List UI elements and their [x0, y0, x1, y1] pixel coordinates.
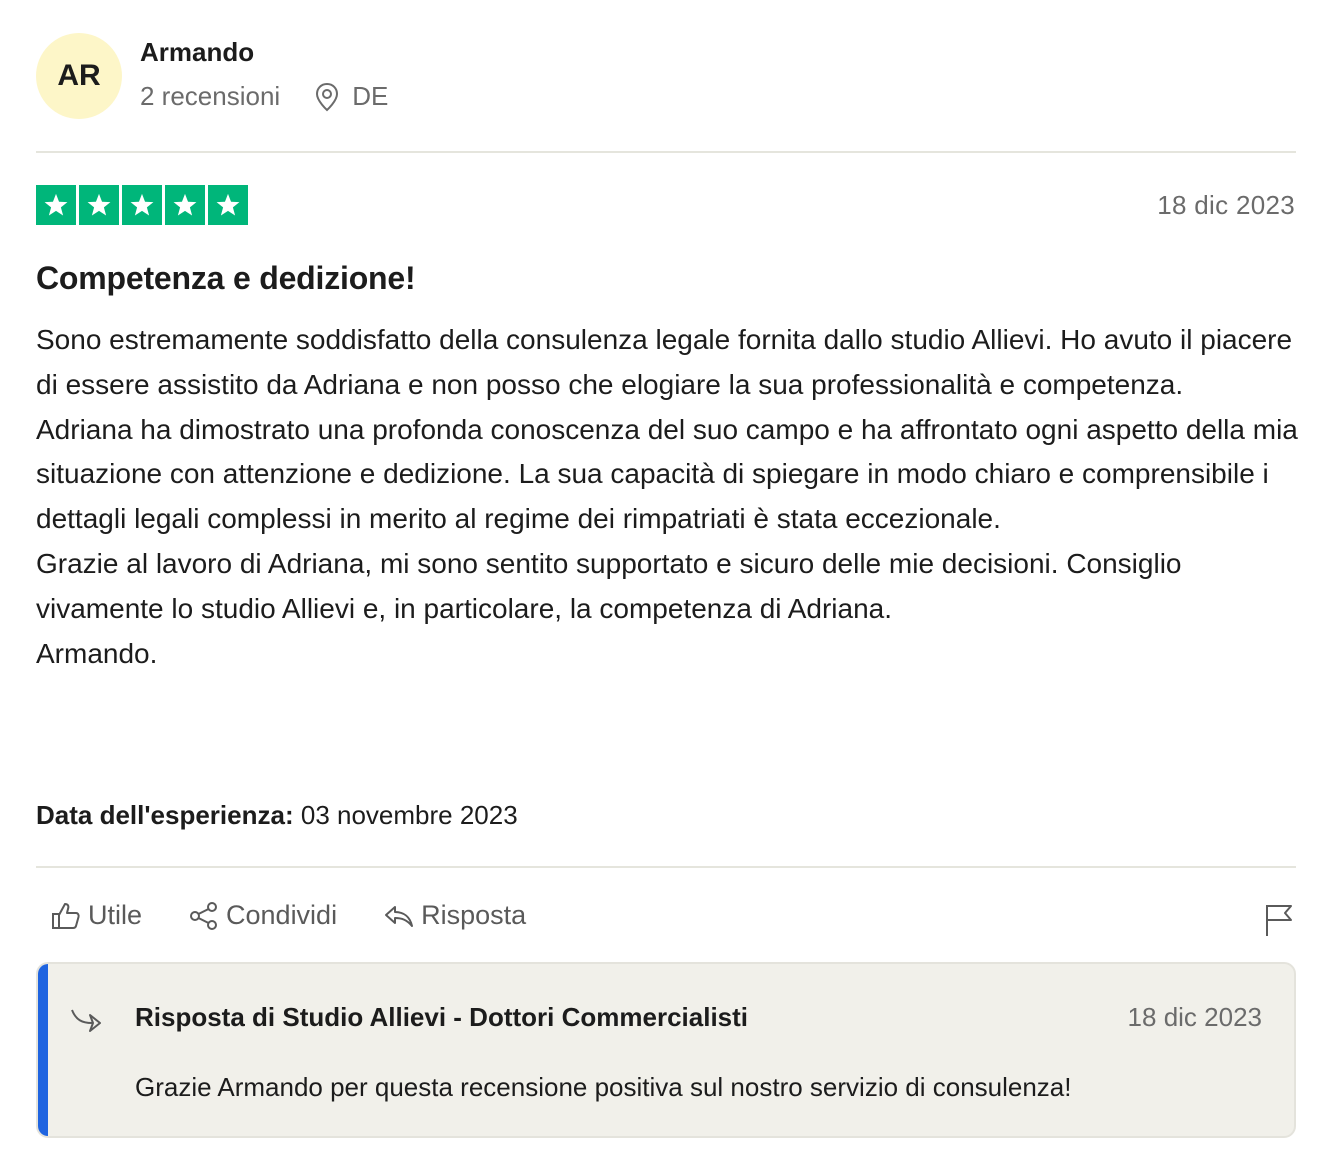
consumer-name[interactable]: Armando: [140, 37, 254, 68]
review-paragraph: Armando.: [36, 637, 158, 669]
consumer-header: AR Armando 2 recensioni DE: [36, 33, 1296, 119]
experience-label: Data dell'esperienza:: [36, 800, 294, 830]
experience-date: Data dell'esperienza: 03 novembre 2023: [36, 800, 518, 831]
country-code: DE: [352, 81, 389, 111]
review-actions: Utile Condividi Risposta: [50, 900, 572, 931]
reply-button[interactable]: Risposta: [383, 900, 526, 931]
review-body: Sono estremamente soddisfatto della cons…: [36, 318, 1298, 676]
consumer-location: DE: [314, 81, 388, 112]
review-paragraph: Sono estremamente soddisfatto della cons…: [36, 324, 1300, 400]
useful-button[interactable]: Utile: [50, 900, 142, 931]
reply-date: 18 dic 2023: [1127, 1002, 1262, 1032]
experience-value: 03 novembre 2023: [300, 800, 518, 830]
share-button[interactable]: Condividi: [188, 900, 337, 931]
report-flag-button[interactable]: [1264, 903, 1294, 942]
reply-accent-bar: [38, 964, 48, 1136]
star-rating: [36, 185, 248, 225]
reply-label: Risposta: [421, 900, 527, 930]
useful-label: Utile: [88, 900, 143, 930]
reply-icon: [385, 905, 414, 927]
location-pin-icon: [316, 82, 339, 111]
review-date: 18 dic 2023: [1157, 190, 1295, 220]
star-icon: [208, 185, 248, 225]
share-icon: [190, 901, 218, 930]
reviews-count: 2 recensioni: [140, 81, 281, 111]
divider: [36, 866, 1296, 868]
reply-title: Risposta di Studio Allievi - Dottori Com…: [135, 1002, 749, 1032]
company-reply: Risposta di Studio Allievi - Dottori Com…: [36, 962, 1296, 1138]
divider: [36, 151, 1296, 153]
reply-text: Grazie Armando per questa recensione pos…: [135, 1072, 1072, 1102]
consumer-meta: 2 recensioni DE: [140, 81, 388, 112]
review-paragraph: Grazie al lavoro di Adriana, mi sono sen…: [36, 547, 1190, 624]
star-icon: [79, 185, 119, 225]
avatar[interactable]: AR: [36, 33, 122, 119]
star-icon: [36, 185, 76, 225]
review-title[interactable]: Competenza e dedizione!: [36, 260, 416, 297]
review-paragraph: Adriana ha dimostrato una profonda conos…: [36, 413, 1306, 535]
reply-arrow-icon: [71, 1009, 101, 1032]
thumbs-up-icon: [52, 902, 80, 929]
star-icon: [122, 185, 162, 225]
share-label: Condividi: [226, 900, 338, 930]
star-icon: [165, 185, 205, 225]
flag-icon: [1266, 905, 1292, 936]
